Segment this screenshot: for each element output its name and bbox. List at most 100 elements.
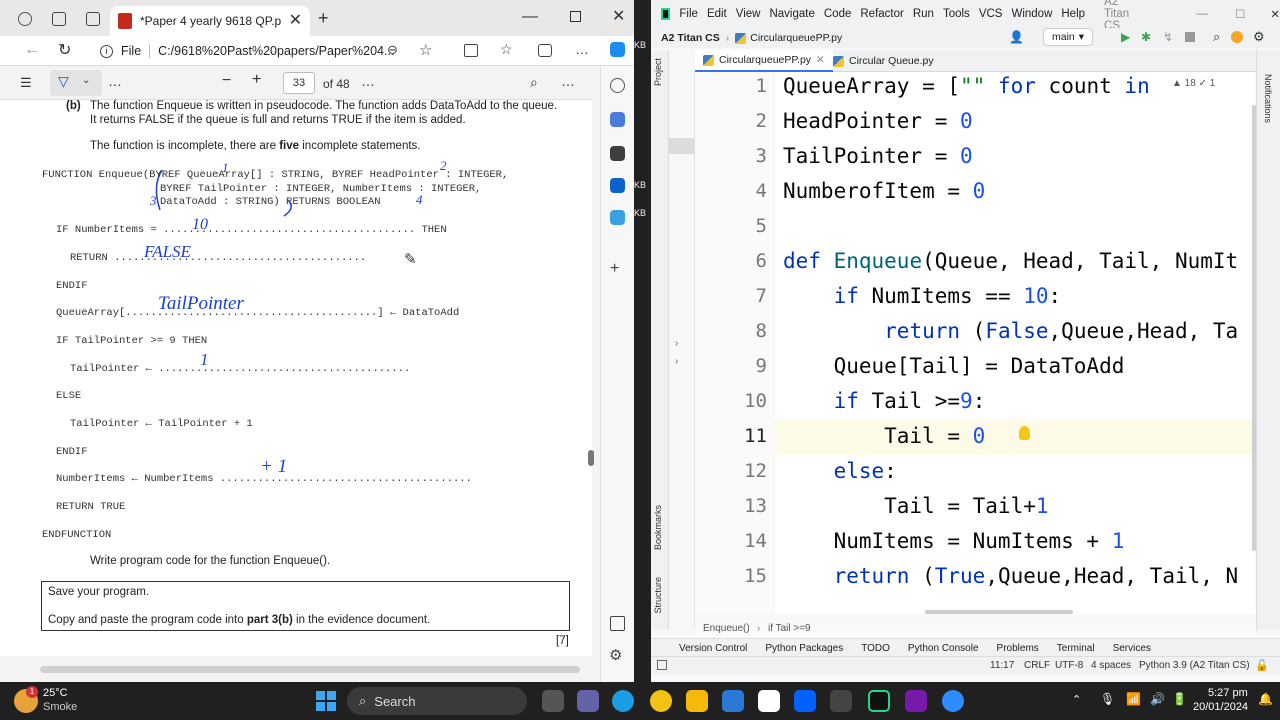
draw-button[interactable]: ▽ ⌄	[50, 70, 102, 96]
zoom-out-icon[interactable]: −	[222, 72, 231, 90]
drop-icon[interactable]	[610, 210, 625, 225]
start-icon[interactable]	[316, 691, 336, 711]
close-window-icon[interactable]: ✕	[612, 9, 625, 25]
status-eol[interactable]: CRLF	[1024, 660, 1050, 671]
menu-navigate[interactable]: Navigate	[769, 8, 814, 20]
task-view-icon[interactable]	[542, 690, 564, 712]
maximize-icon[interactable]	[570, 11, 581, 22]
menu-help[interactable]: Help	[1061, 8, 1085, 20]
menu-view[interactable]: View	[736, 8, 761, 20]
profile-icon[interactable]	[18, 12, 32, 26]
breadcrumb-function[interactable]: Enqueue()	[703, 623, 750, 634]
info-icon[interactable]: i	[100, 44, 113, 58]
menu-run[interactable]: Run	[913, 8, 934, 20]
close-tab-icon[interactable]: ✕	[289, 13, 302, 29]
workspaces-icon[interactable]	[52, 12, 66, 26]
zoom-app-icon[interactable]	[942, 690, 964, 712]
tray-chevron-icon[interactable]: ⌃	[1072, 693, 1081, 706]
contents-icon[interactable]: ☰	[20, 75, 32, 91]
menu-file[interactable]: File	[679, 8, 698, 20]
onenote-icon[interactable]	[905, 690, 927, 712]
collections-icon[interactable]	[538, 44, 552, 57]
branch-selector[interactable]: main ▾	[1043, 28, 1094, 46]
tool-python-console[interactable]: Python Console	[908, 643, 979, 654]
expand-arrow-icon-2[interactable]: ›	[675, 356, 678, 367]
structure-tool-label[interactable]: Structure	[653, 577, 663, 614]
vertical-scrollbar-thumb[interactable]	[588, 450, 594, 466]
project-selected-row[interactable]	[669, 138, 695, 154]
clock-time[interactable]: 5:27 pm	[1208, 687, 1248, 699]
file-explorer-icon[interactable]	[686, 690, 708, 712]
add-sidebar-icon[interactable]: +	[610, 260, 619, 278]
edge-icon[interactable]	[612, 690, 634, 712]
menu-code[interactable]: Code	[824, 8, 852, 20]
refresh-icon[interactable]: ↻	[58, 40, 71, 60]
user-icon[interactable]: 👤	[1009, 30, 1024, 44]
pc-minimize-icon[interactable]: —	[1197, 8, 1209, 20]
url-box[interactable]: i File C:/9618%20Past%20papers/Paper%204…	[100, 39, 400, 63]
tool-python-packages[interactable]: Python Packages	[765, 643, 843, 654]
pc-settings-icon[interactable]: ⚙	[1253, 29, 1265, 45]
nav-project[interactable]: A2 Titan CS	[661, 32, 720, 44]
notification-bell-icon[interactable]: 🔔	[1258, 692, 1273, 706]
horizontal-scrollbar[interactable]	[40, 666, 580, 673]
editor-vscroll[interactable]	[1252, 105, 1256, 551]
tools-icon[interactable]	[610, 146, 625, 161]
breadcrumb-if[interactable]: if Tail >=9	[768, 623, 811, 634]
microphone-icon[interactable]: 🎙	[1100, 692, 1115, 706]
intention-bulb-icon[interactable]	[1019, 426, 1030, 440]
notifications-tool-label[interactable]: Notifications	[1263, 74, 1273, 123]
tool-problems[interactable]: Problems	[997, 643, 1039, 654]
tool-services[interactable]: Services	[1113, 643, 1151, 654]
status-indent[interactable]: 4 spaces	[1091, 660, 1131, 671]
dropbox-icon[interactable]	[794, 690, 816, 712]
zoom-icon[interactable]: ⊖	[387, 42, 398, 58]
pc-search-icon[interactable]: ⌕	[1213, 29, 1220, 45]
split-screen-icon[interactable]	[464, 44, 478, 57]
tab-close-icon[interactable]: ✕	[816, 54, 825, 66]
chevron-down-icon[interactable]: ⌄	[82, 75, 90, 86]
menu-tools[interactable]: Tools	[943, 8, 970, 20]
debug-icon[interactable]: ✱	[1141, 30, 1151, 44]
tool-terminal[interactable]: Terminal	[1057, 643, 1095, 654]
update-icon[interactable]	[1231, 31, 1243, 43]
layout-toggle-icon[interactable]	[657, 660, 667, 670]
battery-icon[interactable]: 🔋	[1172, 692, 1187, 706]
tab-circular-queue[interactable]: Circular Queue.py	[825, 50, 942, 72]
weather-condition[interactable]: Smoke	[43, 701, 77, 713]
sidebar-toggle-icon[interactable]	[610, 616, 625, 631]
status-encoding[interactable]: UTF-8	[1055, 660, 1083, 671]
weather-temp[interactable]: 25°C	[43, 687, 68, 699]
nav-file[interactable]: CircularqueuePP.py	[750, 32, 842, 44]
outlook-icon[interactable]	[610, 178, 625, 193]
pycharm-taskbar-icon[interactable]	[868, 690, 890, 712]
search-icon[interactable]: ⌕	[530, 74, 538, 91]
tab-actions-icon[interactable]	[86, 12, 100, 26]
taskbar-search[interactable]: ⌕ Search	[347, 687, 527, 715]
run-icon[interactable]: ▶	[1121, 30, 1130, 44]
more-icon[interactable]: …	[575, 41, 589, 57]
teams-icon[interactable]	[577, 690, 599, 712]
back-icon[interactable]: ←	[24, 41, 40, 59]
more-tools-icon[interactable]: …	[108, 73, 122, 89]
expand-arrow-icon[interactable]: ›	[675, 338, 678, 349]
zoom-in-icon[interactable]: +	[252, 71, 261, 89]
pdf-more-icon[interactable]: …	[561, 73, 575, 89]
favorites-icon[interactable]: ☆	[500, 41, 513, 58]
menu-refactor[interactable]: Refactor	[860, 8, 903, 20]
bookmarks-tool-label[interactable]: Bookmarks	[653, 505, 663, 550]
favorite-star-icon[interactable]: ☆	[419, 41, 432, 59]
tab-pdf[interactable]: *Paper 4 yearly 9618 QP.pdf ✕	[110, 6, 310, 36]
menu-window[interactable]: Window	[1011, 8, 1052, 20]
menu-vcs[interactable]: VCS	[979, 8, 1003, 20]
status-interpreter[interactable]: Python 3.9 (A2 Titan CS)	[1139, 660, 1250, 671]
pc-close-icon[interactable]: ✕	[1270, 7, 1280, 21]
clock-date[interactable]: 20/01/2024	[1193, 701, 1248, 713]
volume-icon[interactable]: 🔊	[1150, 692, 1165, 706]
editor-hscroll[interactable]	[925, 610, 1073, 614]
status-position[interactable]: 11:17	[990, 660, 1014, 671]
minimize-icon[interactable]: —	[522, 9, 538, 25]
settings-gear-icon[interactable]: ⚙	[609, 646, 622, 664]
tool-todo[interactable]: TODO	[861, 643, 890, 654]
amazon-icon[interactable]	[758, 690, 780, 712]
